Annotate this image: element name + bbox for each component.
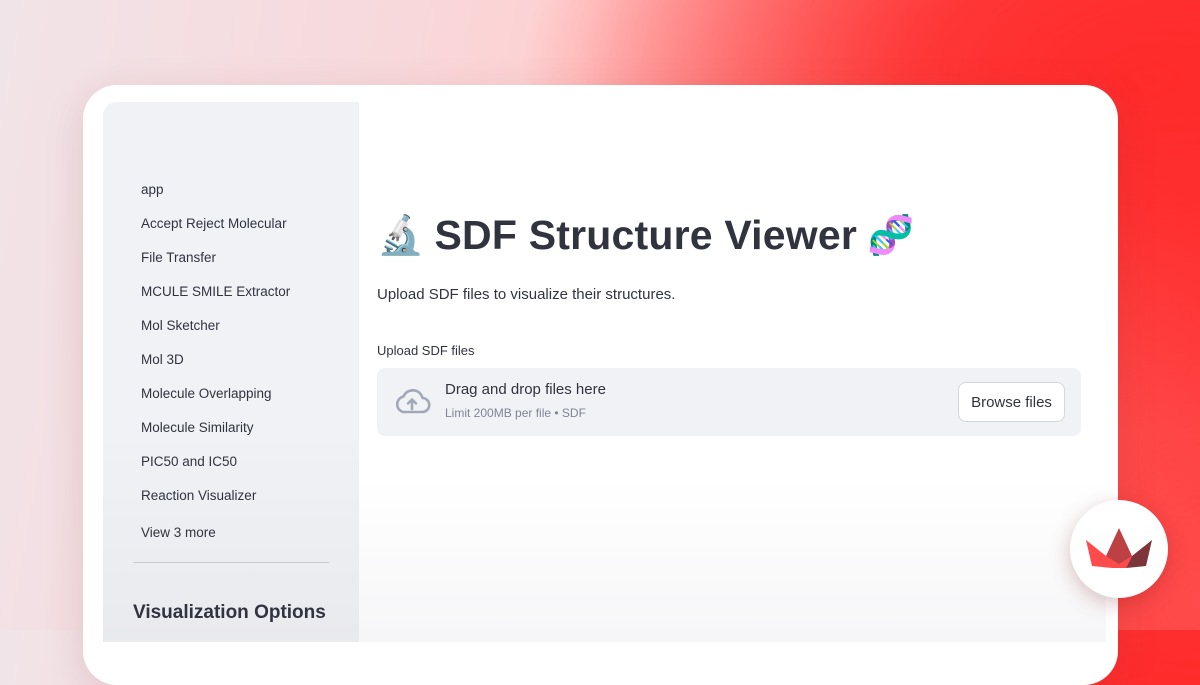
main-content: 🔬 SDF Structure Viewer 🧬 Upload SDF file… <box>359 102 1106 642</box>
uploader-label: Upload SDF files <box>377 343 475 358</box>
sidebar-item-mcule-smile-extractor[interactable]: MCULE SMILE Extractor <box>141 282 290 316</box>
sidebar-item-molecule-similarity[interactable]: Molecule Similarity <box>141 418 290 452</box>
page-title-text: SDF Structure Viewer <box>434 212 858 258</box>
dropzone-instructions: Drag and drop files here <box>445 381 606 398</box>
microscope-icon: 🔬 <box>377 213 425 257</box>
streamlit-logo-badge <box>1070 500 1168 598</box>
app-window: app Accept Reject Molecular File Transfe… <box>103 102 1106 642</box>
sidebar-item-mol-3d[interactable]: Mol 3D <box>141 350 290 384</box>
browse-files-button[interactable]: Browse files <box>958 382 1065 422</box>
sidebar-item-pic50-and-ic50[interactable]: PIC50 and IC50 <box>141 452 290 486</box>
sidebar-item-molecule-overlapping[interactable]: Molecule Overlapping <box>141 384 290 418</box>
sidebar-nav: app Accept Reject Molecular File Transfe… <box>141 180 290 557</box>
sidebar-item-file-transfer[interactable]: File Transfer <box>141 248 290 282</box>
sidebar-item-mol-sketcher[interactable]: Mol Sketcher <box>141 316 290 350</box>
page-title: 🔬 SDF Structure Viewer 🧬 <box>377 212 915 259</box>
sidebar-item-reaction-visualizer[interactable]: Reaction Visualizer <box>141 486 290 520</box>
streamlit-crown-logo-icon <box>1086 528 1152 568</box>
sidebar-item-accept-reject-molecular[interactable]: Accept Reject Molecular <box>141 214 290 248</box>
sidebar: app Accept Reject Molecular File Transfe… <box>103 102 359 642</box>
page-subtitle: Upload SDF files to visualize their stru… <box>377 286 676 303</box>
cloud-upload-icon <box>395 389 431 414</box>
file-dropzone[interactable]: Drag and drop files here Limit 200MB per… <box>377 368 1081 436</box>
dna-icon: 🧬 <box>867 213 915 257</box>
view-more-link[interactable]: View 3 more <box>141 523 290 557</box>
sidebar-item-app[interactable]: app <box>141 180 290 214</box>
sidebar-divider <box>133 562 329 563</box>
dropzone-limit: Limit 200MB per file • SDF <box>445 406 586 420</box>
sidebar-section-heading: Visualization Options <box>133 602 326 623</box>
